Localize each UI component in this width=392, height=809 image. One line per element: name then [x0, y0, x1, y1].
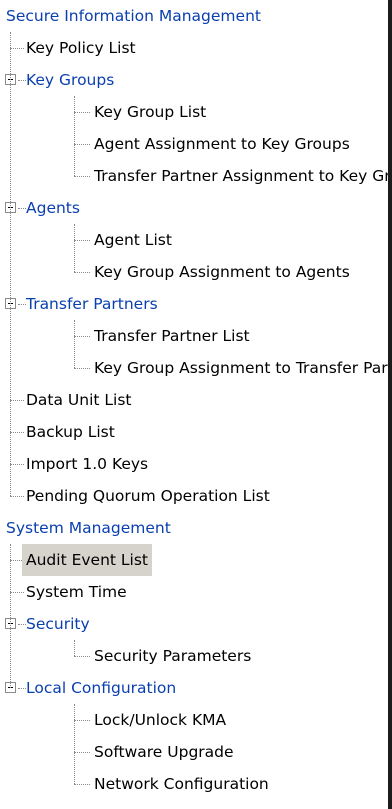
navigation-tree: Secure Information Management Key Policy …	[0, 0, 392, 809]
group-security[interactable]: Security	[0, 608, 388, 640]
tree-connector-line	[74, 704, 75, 784]
tree-branch-line	[74, 720, 90, 721]
tree-item-network-configuration[interactable]: Network Configuration	[0, 768, 388, 800]
tree-item-backup-list-label: Backup List	[26, 423, 115, 441]
tree-item-security-parameters[interactable]: Security Parameters	[0, 640, 388, 672]
tree-item-system-time[interactable]: System Time	[0, 576, 388, 608]
tree-branch-line	[18, 624, 26, 625]
tree-item-lock-unlock-kma-label: Lock/Unlock KMA	[94, 711, 227, 729]
tree-item-network-configuration-label: Network Configuration	[94, 775, 269, 793]
group-security-label: Security	[26, 615, 90, 633]
tree-connector-line	[74, 640, 75, 656]
tree-item-agent-assignment-to-key-groups-label: Agent Assignment to Key Groups	[94, 135, 350, 153]
tree-branch-line	[74, 144, 90, 145]
tree-item-pending-quorum-operation-list[interactable]: Pending Quorum Operation List	[0, 480, 388, 512]
tree-branch-line	[74, 784, 90, 785]
tree-branch-line	[10, 400, 24, 401]
tree-item-key-policy-list-label: Key Policy List	[26, 39, 136, 57]
tree-item-data-unit-list[interactable]: Data Unit List	[0, 384, 388, 416]
tree-item-import-1-0-keys[interactable]: Import 1.0 Keys	[0, 448, 388, 480]
tree-branch-line	[74, 112, 90, 113]
tree-item-key-group-list-label: Key Group List	[94, 103, 207, 121]
group-local-configuration-label: Local Configuration	[26, 679, 177, 697]
tree-item-import-1-0-keys-label: Import 1.0 Keys	[26, 455, 149, 473]
tree-item-transfer-partner-assignment-to-key-groups[interactable]: Transfer Partner Assignment to Key Group…	[0, 160, 388, 192]
group-agents-label: Agents	[26, 199, 80, 217]
section-system-management-label: System Management	[6, 519, 171, 537]
group-transfer-partners-label: Transfer Partners	[26, 295, 158, 313]
section-system-management[interactable]: System Management	[0, 512, 388, 544]
tree-item-key-group-assignment-to-transfer-partners[interactable]: Key Group Assignment to Transfer Partner…	[0, 352, 388, 384]
tree-branch-line	[74, 272, 90, 273]
tree-branch-line	[74, 336, 90, 337]
tree-connector-line	[10, 32, 11, 496]
tree-item-transfer-partner-assignment-to-key-groups-label: Transfer Partner Assignment to Key Group…	[94, 167, 391, 185]
tree-item-system-time-label: System Time	[26, 583, 127, 601]
tree-item-security-parameters-label: Security Parameters	[94, 647, 252, 665]
tree-item-software-upgrade-label: Software Upgrade	[94, 743, 234, 761]
tree-item-backup-list[interactable]: Backup List	[0, 416, 388, 448]
tree-branch-line	[10, 464, 24, 465]
tree-item-transfer-partner-list[interactable]: Transfer Partner List	[0, 320, 388, 352]
tree-item-key-group-list[interactable]: Key Group List	[0, 96, 388, 128]
tree-item-agent-assignment-to-key-groups[interactable]: Agent Assignment to Key Groups	[0, 128, 388, 160]
tree-connector-line	[10, 544, 11, 688]
tree-branch-line	[74, 752, 90, 753]
tree-item-audit-event-list-label: Audit Event List	[22, 544, 153, 576]
tree-item-key-policy-list[interactable]: Key Policy List	[0, 32, 388, 64]
tree-branch-line	[74, 656, 90, 657]
section-secure-information-management[interactable]: Secure Information Management	[0, 0, 388, 32]
group-agents[interactable]: Agents	[0, 192, 388, 224]
tree-connector-line	[74, 96, 75, 176]
tree-branch-line	[18, 208, 26, 209]
tree-item-audit-event-list[interactable]: Audit Event List	[0, 544, 388, 576]
group-local-configuration[interactable]: Local Configuration	[0, 672, 388, 704]
tree-item-transfer-partner-list-label: Transfer Partner List	[94, 327, 250, 345]
tree-branch-line	[74, 240, 90, 241]
tree-branch-line	[10, 48, 24, 49]
tree-item-key-group-assignment-to-agents[interactable]: Key Group Assignment to Agents	[0, 256, 388, 288]
tree-branch-line	[74, 368, 90, 369]
tree-item-software-upgrade[interactable]: Software Upgrade	[0, 736, 388, 768]
tree-item-key-group-assignment-to-agents-label: Key Group Assignment to Agents	[94, 263, 350, 281]
tree-branch-line	[18, 688, 26, 689]
tree-item-data-unit-list-label: Data Unit List	[26, 391, 132, 409]
tree-item-pending-quorum-operation-list-label: Pending Quorum Operation List	[26, 487, 270, 505]
tree-connector-line	[74, 224, 75, 272]
tree-item-agent-list-label: Agent List	[94, 231, 172, 249]
tree-branch-line	[10, 432, 24, 433]
tree-branch-line	[10, 496, 24, 497]
tree-branch-line	[74, 176, 90, 177]
group-key-groups[interactable]: Key Groups	[0, 64, 388, 96]
section-secure-information-management-label: Secure Information Management	[6, 7, 261, 25]
tree-connector-line	[74, 320, 75, 368]
tree-item-agent-list[interactable]: Agent List	[0, 224, 388, 256]
tree-branch-line	[18, 304, 26, 305]
tree-item-key-group-assignment-to-transfer-partners-label: Key Group Assignment to Transfer Partner…	[94, 359, 392, 377]
tree-item-lock-unlock-kma[interactable]: Lock/Unlock KMA	[0, 704, 388, 736]
group-key-groups-label: Key Groups	[26, 71, 115, 89]
tree-branch-line	[18, 80, 26, 81]
group-transfer-partners[interactable]: Transfer Partners	[0, 288, 388, 320]
tree-branch-line	[10, 592, 24, 593]
